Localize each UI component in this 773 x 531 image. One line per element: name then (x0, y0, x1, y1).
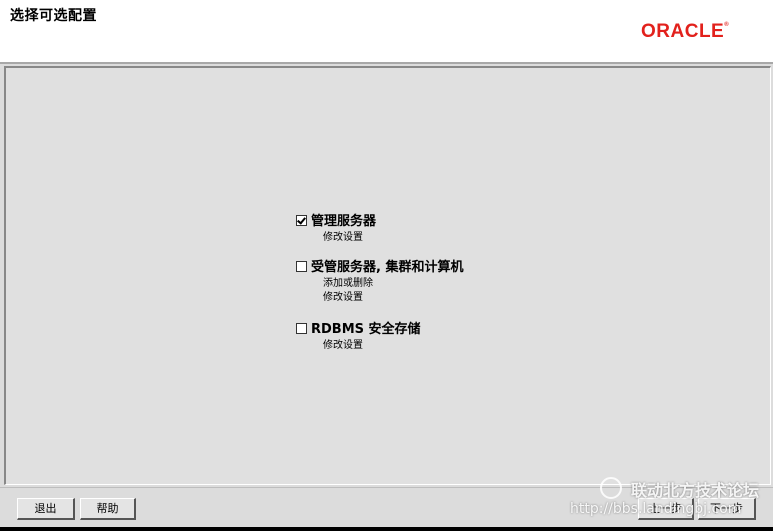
page-title: 选择可选配置 (10, 8, 97, 24)
option-admin-server[interactable]: 管理服务器 (296, 211, 463, 229)
option-label: RDBMS 安全存储 (311, 322, 421, 337)
option-sub-label: 添加或删除 (323, 278, 373, 289)
options-list: 管理服务器 修改设置 受管服务器, 集群和计算机 添加或删除 修改设置 RDBM… (296, 211, 463, 353)
header-divider (0, 62, 773, 64)
option-rdbms-store[interactable]: RDBMS 安全存储 (296, 319, 463, 337)
header-bar: 选择可选配置 ORACLE® (0, 0, 773, 62)
exit-button[interactable]: 退出 (17, 498, 75, 520)
oracle-logo: ORACLE® (641, 21, 730, 42)
option-label: 受管服务器, 集群和计算机 (311, 260, 464, 275)
bottom-edge (0, 527, 773, 531)
oracle-logo-text: ORACLE (641, 21, 725, 42)
checkbox-icon[interactable] (296, 260, 307, 272)
option-label: 管理服务器 (311, 214, 377, 229)
checkbox-icon[interactable] (296, 322, 307, 334)
option-sub-label: 修改设置 (323, 340, 363, 351)
next-button[interactable]: 下一步 (698, 498, 756, 520)
footer-divider (0, 487, 773, 488)
help-button[interactable]: 帮助 (80, 498, 136, 520)
back-button[interactable]: 上一步 (638, 498, 694, 520)
option-managed-servers[interactable]: 受管服务器, 集群和计算机 (296, 257, 464, 275)
option-sub-label: 修改设置 (323, 292, 363, 303)
checkbox-icon[interactable] (296, 214, 307, 226)
option-sub-label: 修改设置 (323, 232, 363, 243)
